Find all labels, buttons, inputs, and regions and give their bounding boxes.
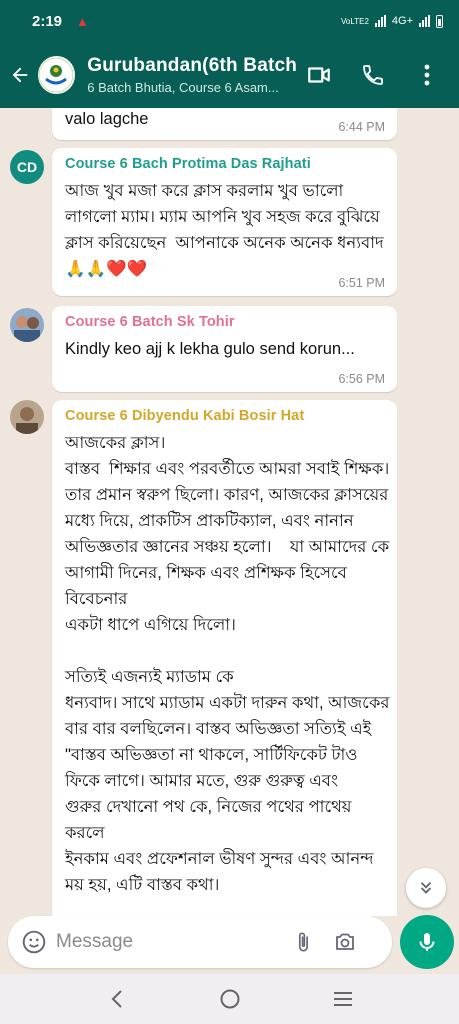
camera-button[interactable] — [324, 930, 366, 954]
nav-back-icon — [111, 990, 122, 1008]
message-text: Kindly keo ajj k lekha gulo send korun..… — [65, 340, 355, 358]
nav-home-icon — [220, 989, 239, 1009]
avatar[interactable] — [10, 308, 44, 342]
voice-record-button[interactable] — [400, 915, 454, 969]
message-time: 6:44 PM — [338, 120, 385, 134]
message-text: আজকের ক্লাস। বাস্তব শিক্ষার এবং পরবর্তীত… — [65, 434, 390, 894]
alert-icon: ▲ — [76, 13, 89, 29]
attach-button[interactable] — [282, 929, 324, 955]
avatar[interactable]: CD — [10, 150, 44, 184]
attach-icon — [298, 932, 308, 952]
sender-name[interactable]: Course 6 Dibyendu Kabi Bosir Hat — [65, 408, 304, 424]
nav-recents-icon — [333, 992, 352, 1006]
back-button[interactable] — [2, 42, 38, 108]
message-input[interactable] — [56, 931, 282, 953]
system-nav-bar — [0, 974, 459, 1024]
sender-name[interactable]: Course 6 Bach Protima Das Rajhati — [65, 156, 311, 172]
voice-call-button[interactable] — [359, 61, 387, 89]
message-bubble[interactable]: valo lagche 6:44 PM — [52, 108, 397, 140]
group-avatar[interactable] — [37, 56, 76, 94]
more-options-icon — [424, 64, 430, 86]
message-text: আজ খুব মজা করে ক্লাস করলাম খুব ভালো লাগল… — [65, 182, 389, 278]
more-options-button[interactable] — [413, 61, 441, 89]
signal-icon — [374, 15, 386, 27]
message-bubble[interactable]: Course 6 Bach Protima Das Rajhati আজ খুব… — [52, 148, 397, 296]
mic-icon — [419, 933, 435, 951]
signal-icon-2 — [419, 15, 430, 27]
phone-icon — [363, 65, 383, 85]
nav-home-button[interactable] — [210, 979, 250, 1019]
nav-recents-button[interactable] — [323, 979, 363, 1019]
camera-icon — [336, 933, 354, 950]
message-composer — [8, 916, 392, 968]
status-indicators: VoLTE2 4G+ — [341, 14, 443, 28]
profile-photo-icon — [10, 308, 44, 342]
scroll-to-bottom-button[interactable] — [406, 868, 446, 908]
profile-photo-icon — [10, 400, 44, 434]
chat-header: Gurubandan(6th Batch 6 Batch Bhutia, Cou… — [0, 42, 459, 108]
message-time: 6:56 PM — [338, 372, 385, 386]
message-time: 6:51 PM — [338, 276, 385, 290]
sender-name[interactable]: Course 6 Batch Sk Tohir — [65, 314, 235, 330]
volte-label: VoLTE2 — [341, 16, 369, 26]
message-bubble[interactable]: Course 6 Dibyendu Kabi Bosir Hat আজকের ক… — [52, 400, 397, 916]
header-actions — [305, 61, 441, 89]
chat-title-block[interactable]: Gurubandan(6th Batch 6 Batch Bhutia, Cou… — [87, 55, 305, 95]
group-logo-icon — [38, 57, 74, 93]
emoji-icon — [22, 930, 46, 954]
emoji-button[interactable] — [12, 929, 56, 955]
avatar[interactable] — [10, 400, 44, 434]
message-bubble[interactable]: Course 6 Batch Sk Tohir Kindly keo ajj k… — [52, 306, 397, 392]
network-label: 4G+ — [391, 15, 413, 27]
chat-subtitle: 6 Batch Bhutia, Course 6 Asam... — [87, 80, 279, 95]
status-time: 2:19 — [32, 12, 63, 30]
video-call-button[interactable] — [305, 61, 333, 89]
battery-icon — [436, 14, 443, 28]
double-chevron-down-icon — [420, 882, 432, 894]
video-call-icon — [308, 67, 330, 83]
nav-back-button[interactable] — [97, 979, 137, 1019]
chat-title: Gurubandan(6th Batch — [87, 55, 298, 76]
message-text: valo lagche — [65, 110, 149, 128]
chat-area[interactable]: valo lagche 6:44 PM CD Course 6 Bach Pro… — [0, 108, 459, 916]
status-bar: 2:19 ▲ VoLTE2 4G+ — [0, 0, 459, 42]
back-arrow-icon — [12, 67, 28, 83]
